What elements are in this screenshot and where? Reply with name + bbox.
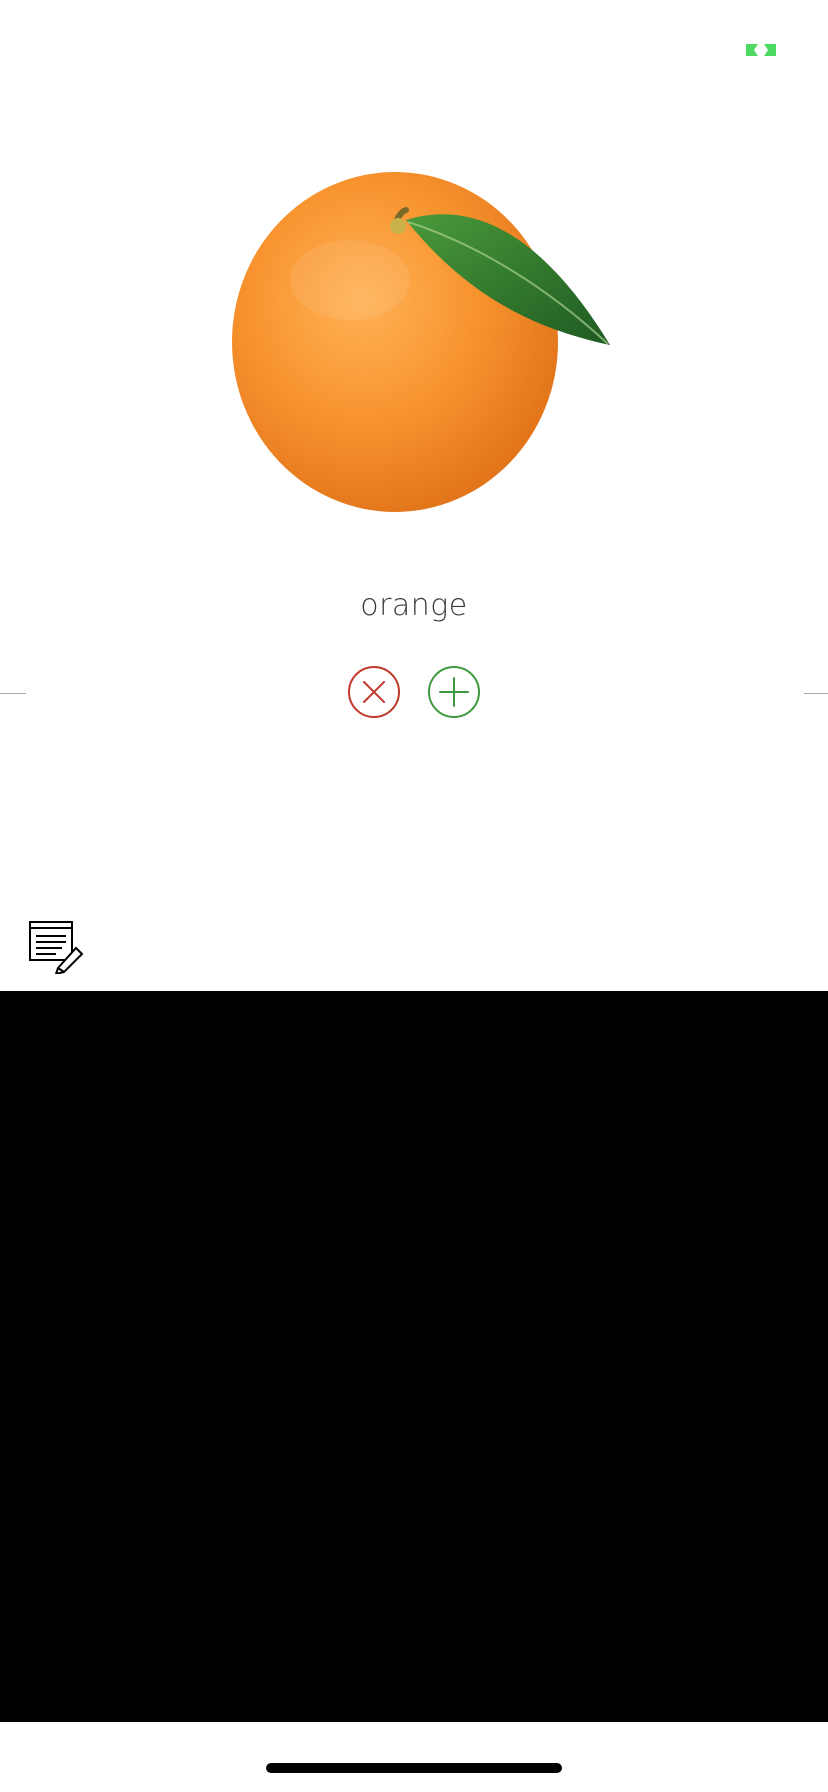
camera-badge-icon[interactable] xyxy=(744,40,778,60)
flashcard-screen: orange xyxy=(0,0,828,1792)
left-edge-divider xyxy=(0,693,26,694)
home-indicator[interactable] xyxy=(266,1763,562,1773)
edit-list-icon xyxy=(29,921,84,974)
flashcard-word: orange xyxy=(360,588,468,623)
reject-button[interactable] xyxy=(346,664,402,720)
notes-edit-button[interactable] xyxy=(28,920,84,974)
dark-lower-panel xyxy=(0,991,828,1722)
orange-image xyxy=(232,172,610,512)
plus-circle-icon xyxy=(428,666,480,718)
right-edge-divider xyxy=(804,693,828,694)
add-button[interactable] xyxy=(426,664,482,720)
close-circle-icon xyxy=(348,666,400,718)
